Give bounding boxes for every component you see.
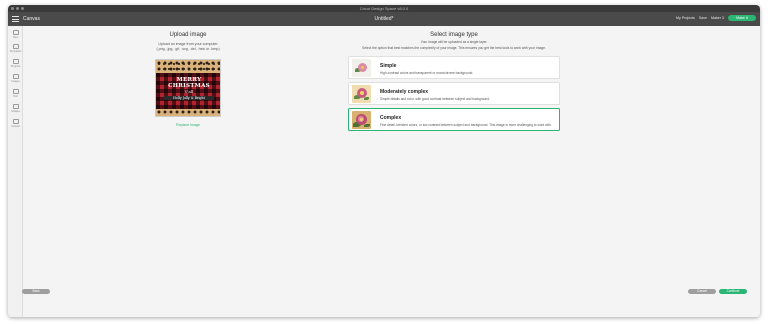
preview-text-line2: Y'all [184,89,194,94]
simple-thumbnail [352,59,371,77]
text-icon [12,89,19,94]
upload-subtitle: Upload an image from your computer (.png… [128,42,248,52]
make-it-button[interactable]: Make It [728,15,756,21]
left-sidebar: New Templates Projects Images Text Shape… [8,26,23,317]
document-title[interactable]: Untitled* [8,16,760,22]
sidebar-label: Shapes [11,110,20,113]
complex-thumbnail [352,111,371,129]
header-actions: My Projects Save Maker 3 Make It [676,15,756,21]
back-button[interactable]: Back [22,289,50,294]
shirt-icon [12,44,19,49]
cancel-button[interactable]: Cancel [688,289,716,294]
uploaded-image-preview: MERRY CHRISTMAS Y'all Holly Jolly & Brig… [155,59,221,117]
image-type-option-complex[interactable]: Complex Fine detail, blended colors, or … [348,108,560,131]
sidebar-label: Upload [11,125,20,128]
app-window: Cricut Design Space v8.0.0 Canvas Untitl… [8,5,760,317]
sidebar-label: Projects [10,65,21,68]
moderately-complex-thumbnail [352,85,371,103]
window-titlebar: Cricut Design Space v8.0.0 [8,5,760,12]
app-header: Canvas Untitled* My Projects Save Maker … [8,12,760,26]
preview-text: MERRY CHRISTMAS Y'all Holly Jolly & Brig… [164,77,214,100]
option-title: Complex [380,115,402,121]
my-projects-link[interactable]: My Projects [676,16,695,20]
sidebar-item-upload[interactable]: Upload [8,119,23,128]
machine-selector[interactable]: Maker 3 [711,16,724,20]
option-description: Fine detail, blended colors, or low cont… [380,123,552,127]
option-title: Moderately complex [380,89,429,95]
image-type-option-moderately-complex[interactable]: Moderately complex Simple details and co… [348,82,560,105]
preview-text-line1: MERRY CHRISTMAS [168,77,210,89]
window-title: Cricut Design Space v8.0.0 [359,6,409,11]
preview-text-line3: Holly Jolly & Bright [164,96,214,100]
option-description: Simple details and color, with good cont… [380,97,490,101]
replace-image-link[interactable]: Replace image [128,123,248,127]
sidebar-label: Images [11,80,20,83]
option-title: Simple [380,63,397,69]
sidebar-item-new[interactable]: New [8,30,23,39]
sidebar-item-text[interactable]: Text [8,89,23,98]
leopard-print-band-bottom [156,109,220,116]
sidebar-item-images[interactable]: Images [8,74,23,83]
upload-icon [12,119,19,124]
option-description: High-contrast colors and transparent or … [380,71,474,75]
upload-title: Upload image [169,32,207,38]
sidebar-label: Templates [9,50,22,53]
shapes-icon [12,104,19,109]
upload-subtitle-line2: (.png, .jpg, .gif, .svg, .dxf, .heic or … [156,47,220,51]
sidebar-item-templates[interactable]: Templates [8,44,23,53]
select-type-subtitle: Your image will be uploaded as a single … [420,40,488,44]
sidebar-label: New [12,36,19,39]
leopard-print-band [156,60,220,73]
select-type-title: Select image type [430,32,478,38]
plus-icon [12,30,19,35]
image-type-option-simple[interactable]: Simple High-contrast colors and transpar… [348,56,560,79]
sidebar-item-shapes[interactable]: Shapes [8,104,23,113]
sidebar-label: Text [13,95,18,98]
select-type-instructions: Select the option that best matches the … [362,46,546,50]
save-link[interactable]: Save [699,16,707,20]
sidebar-item-projects[interactable]: Projects [8,59,23,68]
continue-button[interactable]: Continue [719,289,747,294]
image-icon [12,74,19,79]
projects-icon [12,59,19,64]
upload-panel: Upload image Upload an image from your c… [23,26,760,317]
